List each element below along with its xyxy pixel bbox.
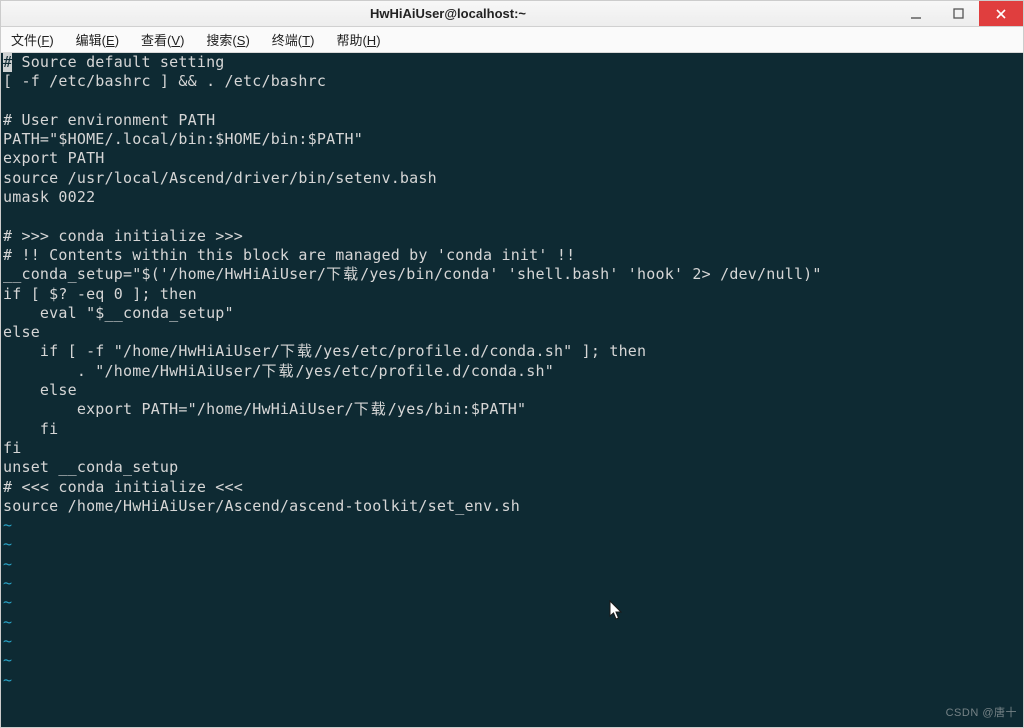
menu-mnemonic: V [171, 33, 180, 48]
menu-label: 终端 [272, 33, 298, 48]
terminal-window: HwHiAiUser@localhost:~ 文件(F) 编辑(E) 查看(V)… [0, 0, 1024, 728]
menu-mnemonic: F [41, 33, 49, 48]
window-controls [895, 1, 1023, 26]
window-title: HwHiAiUser@localhost:~ [1, 6, 895, 21]
menu-search[interactable]: 搜索(S) [202, 28, 253, 51]
titlebar[interactable]: HwHiAiUser@localhost:~ [1, 1, 1023, 27]
menu-edit[interactable]: 编辑(E) [72, 28, 123, 51]
menu-label: 搜索 [206, 33, 232, 48]
menu-mnemonic: H [367, 33, 376, 48]
maximize-button[interactable] [937, 1, 979, 26]
menu-help[interactable]: 帮助(H) [332, 28, 384, 51]
close-button[interactable] [979, 1, 1023, 26]
terminal-viewport[interactable]: # Source default setting [ -f /etc/bashr… [1, 53, 1023, 727]
menu-label: 帮助 [336, 33, 362, 48]
menu-terminal[interactable]: 终端(T) [268, 28, 319, 51]
menu-mnemonic: E [106, 33, 115, 48]
maximize-icon [953, 8, 964, 19]
menubar: 文件(F) 编辑(E) 查看(V) 搜索(S) 终端(T) 帮助(H) [1, 27, 1023, 53]
terminal-content[interactable]: # Source default setting [ -f /etc/bashr… [1, 53, 1023, 692]
menu-label: 编辑 [76, 33, 102, 48]
menu-label: 查看 [141, 33, 167, 48]
menu-label: 文件 [11, 33, 37, 48]
minimize-button[interactable] [895, 1, 937, 26]
menu-mnemonic: T [302, 33, 310, 48]
close-icon [995, 8, 1007, 20]
menu-view[interactable]: 查看(V) [137, 28, 188, 51]
menu-mnemonic: S [237, 33, 246, 48]
menu-file[interactable]: 文件(F) [7, 28, 58, 51]
watermark: CSDN @唐十 [946, 704, 1017, 723]
minimize-icon [910, 8, 922, 20]
